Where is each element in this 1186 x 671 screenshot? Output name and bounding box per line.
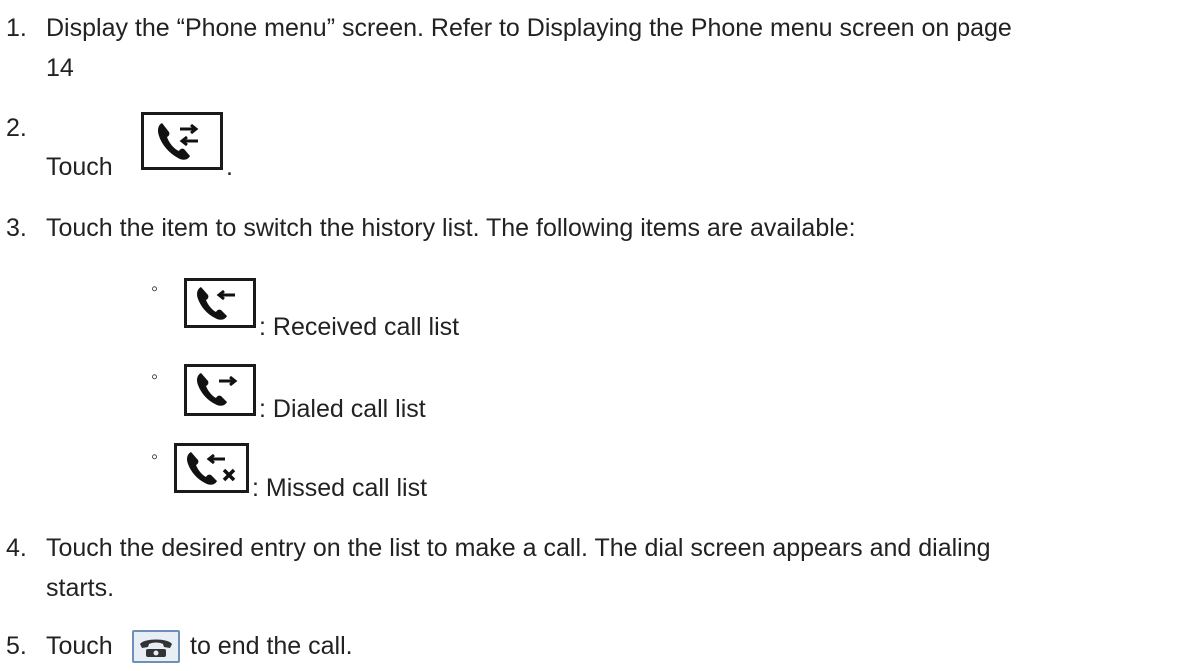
missed-call-list-button[interactable] [174, 443, 249, 493]
step-2-number: 2. [6, 114, 27, 142]
received-call-list-label: : Received call list [259, 313, 460, 341]
missed-call-icon [187, 452, 236, 485]
bullet: ◦ [151, 278, 159, 300]
end-call-icon [140, 639, 172, 657]
received-call-list-button[interactable] [184, 278, 256, 328]
step-1-number: 1. [6, 14, 27, 42]
step-5-text: Touch [46, 632, 113, 660]
dialed-call-list-button[interactable] [184, 364, 256, 416]
step-5-number: 5. [6, 632, 27, 660]
missed-call-list-label: : Missed call list [252, 474, 428, 502]
bullet: ◦ [151, 366, 159, 388]
call-history-button[interactable] [141, 112, 223, 170]
step-3-number: 3. [6, 214, 27, 242]
step-3-text: Touch the item to switch the history lis… [46, 214, 856, 242]
step-4-text: Touch the desired entry on the list to m… [46, 534, 991, 562]
step-1-text-continued: 14 [46, 54, 74, 82]
step-2-text: Touch [46, 153, 113, 181]
step-4-number: 4. [6, 534, 27, 562]
bullet: ◦ [151, 446, 159, 468]
step-2-period: . [226, 153, 233, 181]
step-1-text: Display the “Phone menu” screen. Refer t… [46, 14, 1012, 42]
end-call-button[interactable] [132, 630, 180, 663]
step-5-text-end: to end the call. [190, 632, 353, 660]
received-call-icon [197, 287, 235, 320]
call-history-icon [158, 123, 199, 160]
step-4-text-continued: starts. [46, 574, 115, 602]
dialed-call-icon [197, 373, 238, 406]
dialed-call-list-label: : Dialed call list [259, 395, 426, 423]
